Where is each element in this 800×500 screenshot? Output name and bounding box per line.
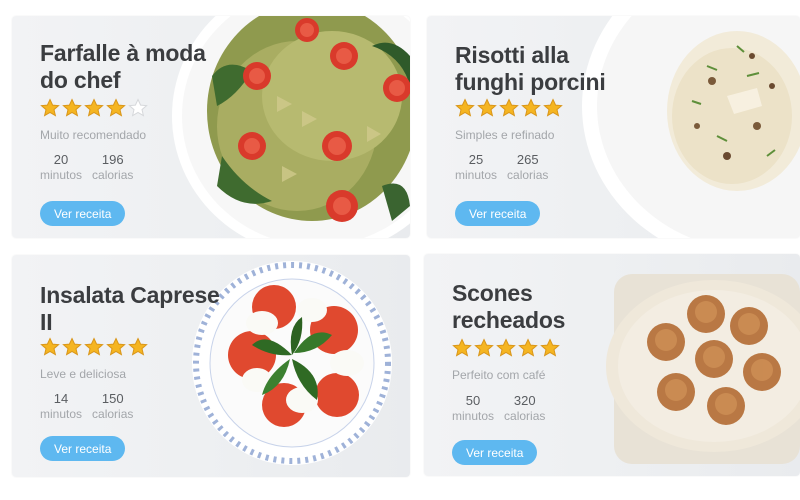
- stat-time: 14 minutos: [40, 391, 82, 422]
- recipe-stats: 50 minutos 320 calorias: [452, 393, 545, 424]
- star-icon: [455, 98, 475, 117]
- recipe-card-farfalle: Farfalle à moda do chef Muito recomendad…: [12, 16, 410, 238]
- stat-time: 50 minutos: [452, 393, 494, 424]
- star-icon: [106, 337, 126, 356]
- view-recipe-button[interactable]: Ver receita: [452, 440, 538, 465]
- recipe-subtitle: Leve e deliciosa: [40, 367, 127, 381]
- calories-unit: calorias: [92, 407, 134, 421]
- time-unit: minutos: [455, 168, 498, 182]
- star-icon: [106, 98, 126, 117]
- rating-stars: [452, 338, 560, 360]
- star-icon: [474, 338, 494, 357]
- time-value: 25: [468, 152, 484, 167]
- recipe-title: Farfalle à moda do chef: [40, 40, 206, 93]
- time-unit: minutos: [40, 168, 83, 182]
- recipe-card-risotti: Risotti alla funghi porcini Simples e re…: [427, 16, 800, 238]
- star-icon: [540, 338, 560, 357]
- recipe-subtitle: Muito recomendado: [40, 128, 147, 142]
- time-value: 50: [465, 393, 481, 408]
- recipe-title: Scones recheados: [452, 280, 566, 333]
- view-recipe-button[interactable]: Ver receita: [455, 201, 541, 226]
- calories-value: 196: [101, 152, 124, 167]
- stat-time: 20 minutos: [40, 152, 82, 183]
- stat-calories: 265 calorias: [507, 152, 548, 183]
- recipe-title: Risotti alla funghi porcini: [455, 42, 606, 95]
- star-icon: [518, 338, 538, 357]
- stat-calories: 320 calorias: [504, 393, 545, 424]
- recipe-card-caprese: Insalata Caprese II Leve e deliciosa 14 …: [12, 255, 410, 477]
- calories-value: 150: [101, 391, 124, 406]
- recipe-card-scones: Scones recheados Perfeito com café 50 mi…: [424, 254, 800, 476]
- calories-unit: calorias: [504, 409, 546, 423]
- star-empty-icon: [128, 98, 148, 117]
- rating-stars: [40, 337, 148, 359]
- recipe-stats: 25 minutos 265 calorias: [455, 152, 548, 183]
- time-unit: minutos: [40, 407, 83, 421]
- recipe-stats: 20 minutos 196 calorias: [40, 152, 133, 183]
- calories-unit: calorias: [507, 168, 549, 182]
- star-icon: [40, 337, 60, 356]
- stat-calories: 196 calorias: [92, 152, 133, 183]
- time-unit: minutos: [452, 409, 495, 423]
- view-recipe-button[interactable]: Ver receita: [40, 201, 126, 226]
- calories-value: 265: [516, 152, 539, 167]
- star-icon: [521, 98, 541, 117]
- rating-stars: [455, 98, 563, 120]
- star-icon: [62, 98, 82, 117]
- star-icon: [84, 337, 104, 356]
- star-icon: [452, 338, 472, 357]
- view-recipe-button[interactable]: Ver receita: [40, 436, 126, 461]
- time-value: 14: [53, 391, 69, 406]
- calories-value: 320: [513, 393, 536, 408]
- time-value: 20: [53, 152, 69, 167]
- star-icon: [62, 337, 82, 356]
- rating-stars: [40, 98, 148, 120]
- star-icon: [40, 98, 60, 117]
- recipe-subtitle: Simples e refinado: [455, 128, 555, 142]
- stat-calories: 150 calorias: [92, 391, 133, 422]
- star-icon: [496, 338, 516, 357]
- star-icon: [477, 98, 497, 117]
- star-icon: [543, 98, 563, 117]
- recipe-stats: 14 minutos 150 calorias: [40, 391, 133, 422]
- star-icon: [499, 98, 519, 117]
- star-icon: [84, 98, 104, 117]
- stat-time: 25 minutos: [455, 152, 497, 183]
- calories-unit: calorias: [92, 168, 134, 182]
- star-icon: [128, 337, 148, 356]
- recipe-subtitle: Perfeito com café: [452, 368, 546, 382]
- recipe-title: Insalata Caprese II: [40, 282, 220, 335]
